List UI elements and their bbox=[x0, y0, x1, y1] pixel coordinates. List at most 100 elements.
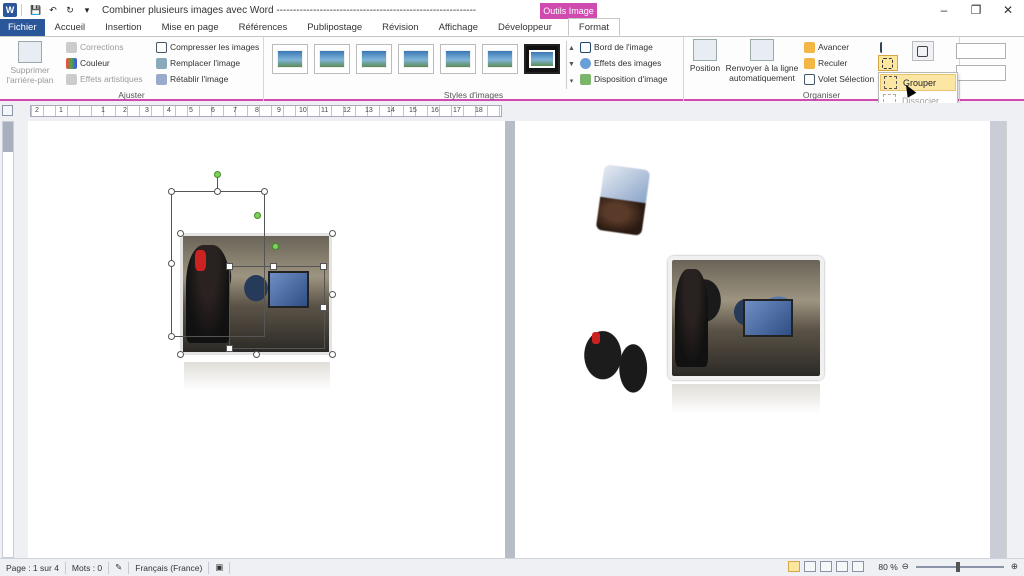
picture-layout-button[interactable]: Disposition d'image bbox=[580, 72, 667, 86]
gallery-up-icon[interactable]: ▲ bbox=[568, 45, 575, 52]
tab-home[interactable]: Accueil bbox=[45, 19, 96, 36]
picture-border-button[interactable]: Bord de l'image bbox=[580, 40, 653, 54]
gallery-down-icon[interactable]: ▼ bbox=[568, 61, 575, 68]
picture-style-7[interactable] bbox=[524, 44, 560, 74]
tab-format[interactable]: Format bbox=[567, 18, 621, 36]
rotation-handle[interactable] bbox=[214, 171, 221, 178]
close-button[interactable]: ✕ bbox=[992, 0, 1024, 20]
outline-view-button[interactable] bbox=[836, 561, 849, 572]
resize-handle[interactable] bbox=[177, 230, 184, 237]
picture-effects-icon bbox=[580, 57, 591, 69]
picture-style-5[interactable] bbox=[440, 44, 476, 74]
word-count[interactable]: Mots : 0 bbox=[66, 561, 110, 574]
tab-page-layout[interactable]: Mise en page bbox=[152, 19, 229, 36]
artistic-effects-button[interactable]: Effets artistiques bbox=[66, 72, 143, 86]
wrap-text-button[interactable]: Renvoyer à la ligne automatiquement bbox=[724, 39, 800, 83]
remove-background-button[interactable]: Supprimer l'arrière-plan bbox=[4, 41, 56, 85]
customize-quick-access-icon[interactable]: ▾ bbox=[80, 3, 94, 17]
resize-handle[interactable] bbox=[320, 304, 327, 311]
cutout-people-image[interactable] bbox=[580, 320, 656, 408]
save-icon[interactable]: 💾 bbox=[29, 3, 43, 17]
macro-recording-icon[interactable]: ▣ bbox=[209, 561, 231, 574]
resize-handle[interactable] bbox=[168, 260, 175, 267]
position-button[interactable]: Position bbox=[686, 39, 724, 73]
rotation-handle[interactable] bbox=[254, 212, 261, 219]
resize-handle[interactable] bbox=[226, 345, 233, 352]
resize-handle[interactable] bbox=[214, 188, 221, 195]
zoom-out-icon[interactable]: ⊖ bbox=[902, 561, 909, 572]
height-field[interactable] bbox=[956, 43, 1006, 59]
proofing-icon[interactable]: ✎ bbox=[109, 561, 130, 574]
cutout-hands-image[interactable] bbox=[595, 164, 651, 236]
zoom-in-icon[interactable]: ⊕ bbox=[1011, 561, 1018, 572]
restore-button[interactable]: ❐ bbox=[960, 0, 992, 20]
bring-forward-button[interactable]: Avancer bbox=[804, 40, 849, 54]
picture-effects-button[interactable]: Effets des images bbox=[580, 56, 661, 70]
rotation-handle[interactable] bbox=[272, 243, 279, 250]
ruler-number: 18 bbox=[475, 107, 483, 114]
gallery-more-icon[interactable]: ▾ bbox=[570, 77, 574, 85]
resize-handle[interactable] bbox=[320, 263, 327, 270]
picture-style-1[interactable] bbox=[272, 44, 308, 74]
framed-picture[interactable] bbox=[668, 256, 824, 380]
ruler-number: 10 bbox=[299, 107, 307, 114]
width-field[interactable] bbox=[956, 65, 1006, 81]
minimize-button[interactable]: – bbox=[928, 0, 960, 20]
full-screen-reading-view-button[interactable] bbox=[804, 561, 817, 572]
tab-mailings[interactable]: Publipostage bbox=[297, 19, 372, 36]
tab-references[interactable]: Références bbox=[229, 19, 298, 36]
tab-view[interactable]: Affichage bbox=[429, 19, 488, 36]
vertical-scrollbar[interactable] bbox=[1006, 121, 1024, 558]
tab-selector[interactable] bbox=[2, 105, 13, 116]
selection-frame-inner[interactable] bbox=[229, 266, 325, 349]
resize-handle[interactable] bbox=[168, 333, 175, 340]
redo-icon[interactable]: ↻ bbox=[63, 3, 77, 17]
picture-border-icon bbox=[580, 41, 591, 53]
resize-handle[interactable] bbox=[168, 188, 175, 195]
zoom-level[interactable]: 80 % bbox=[878, 562, 897, 572]
align-icon bbox=[880, 41, 891, 53]
web-layout-view-button[interactable] bbox=[820, 561, 833, 572]
change-picture-button[interactable]: Remplacer l'image bbox=[156, 56, 240, 70]
vertical-ruler[interactable] bbox=[2, 121, 14, 558]
zoom-slider-thumb[interactable] bbox=[955, 561, 960, 572]
corrections-button[interactable]: Corrections bbox=[66, 40, 123, 54]
resize-handle[interactable] bbox=[177, 351, 184, 358]
resize-handle[interactable] bbox=[226, 263, 233, 270]
tab-file[interactable]: Fichier bbox=[0, 19, 45, 36]
tab-insert[interactable]: Insertion bbox=[95, 19, 151, 36]
align-button[interactable] bbox=[880, 40, 894, 54]
resize-handle[interactable] bbox=[329, 230, 336, 237]
tab-review[interactable]: Révision bbox=[372, 19, 428, 36]
draft-view-button[interactable] bbox=[852, 561, 865, 572]
crop-button[interactable] bbox=[912, 41, 934, 61]
menu-item-group[interactable]: Grouper bbox=[880, 74, 956, 91]
horizontal-ruler[interactable]: 2 1 1 2 3 4 5 6 7 8 9 10 11 12 13 14 15 … bbox=[30, 105, 502, 117]
language-indicator[interactable]: Français (France) bbox=[129, 561, 210, 574]
zoom-slider[interactable] bbox=[915, 561, 1004, 572]
resize-handle[interactable] bbox=[270, 263, 277, 270]
resize-handle[interactable] bbox=[329, 291, 336, 298]
resize-handle[interactable] bbox=[253, 351, 260, 358]
vertical-ruler-margin bbox=[3, 122, 13, 152]
picture-style-3[interactable] bbox=[356, 44, 392, 74]
compress-pictures-button[interactable]: Compresser les images bbox=[156, 40, 259, 54]
undo-icon[interactable]: ↶ bbox=[46, 3, 60, 17]
gallery-scroll[interactable]: ▲ ▼ ▾ bbox=[566, 41, 576, 89]
resize-handle[interactable] bbox=[329, 351, 336, 358]
picture-style-4[interactable] bbox=[398, 44, 434, 74]
send-backward-button[interactable]: Reculer bbox=[804, 56, 847, 70]
group-objects-button[interactable] bbox=[878, 55, 898, 71]
reset-picture-button[interactable]: Rétablir l'image bbox=[156, 72, 228, 86]
word-app-icon[interactable]: W bbox=[3, 3, 17, 17]
color-icon bbox=[66, 57, 77, 69]
page-count[interactable]: Page : 1 sur 4 bbox=[0, 561, 66, 574]
picture-style-2[interactable] bbox=[314, 44, 350, 74]
resize-handle[interactable] bbox=[261, 188, 268, 195]
selection-pane-button[interactable]: Volet Sélection bbox=[804, 72, 874, 86]
color-button[interactable]: Couleur bbox=[66, 56, 110, 70]
group-size bbox=[956, 37, 1024, 101]
picture-style-6[interactable] bbox=[482, 44, 518, 74]
tab-developer[interactable]: Développeur bbox=[488, 19, 562, 36]
print-layout-view-button[interactable] bbox=[788, 561, 801, 572]
